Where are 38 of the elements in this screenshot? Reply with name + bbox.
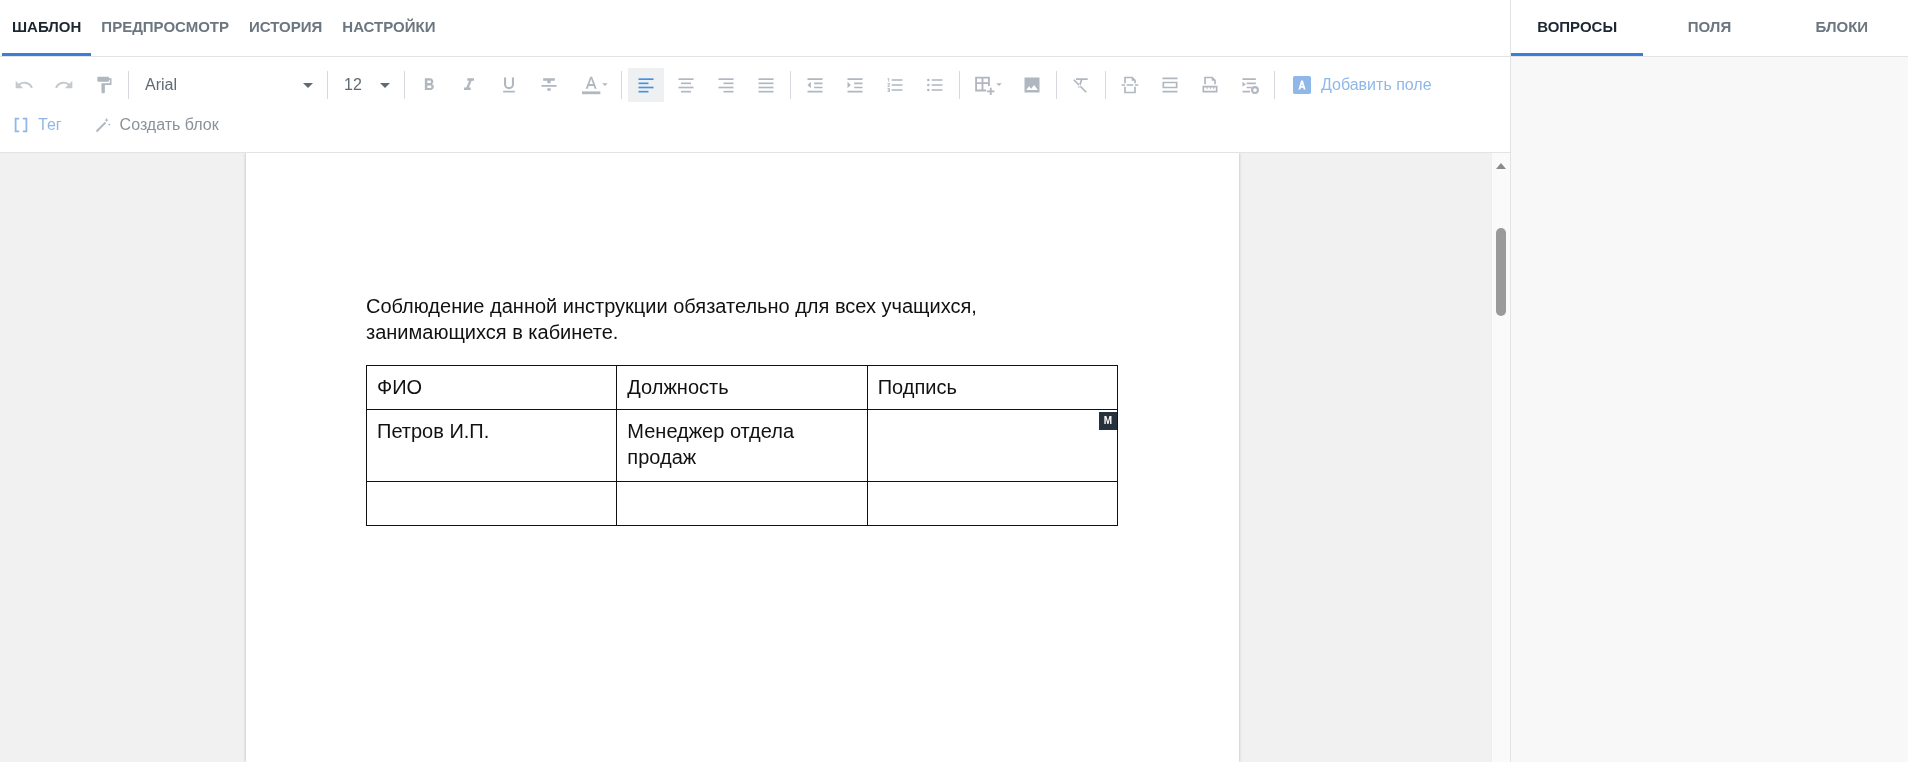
paragraph: Соблюдение данной инструкции обязательно для всех учащихся, занимающихся в кабинете. xyxy=(366,294,978,345)
create-block-button[interactable]: Создать блок xyxy=(87,116,225,134)
editor-tab[interactable]: ИСТОРИЯ xyxy=(239,0,333,56)
side-panel-tab[interactable]: БЛОКИ xyxy=(1775,0,1908,56)
page-break-icon xyxy=(1120,75,1140,95)
align-button[interactable] xyxy=(628,68,664,102)
table-cell: Менеджер отдела продаж xyxy=(616,409,868,482)
table-header-cell: ФИО xyxy=(366,365,617,410)
image-icon xyxy=(1022,75,1042,95)
editor-tab[interactable]: ШАБЛОН xyxy=(2,0,92,56)
align-icon xyxy=(756,75,776,95)
magic-wand-icon xyxy=(93,116,112,134)
clear-format-icon xyxy=(1071,75,1091,95)
font-size-select[interactable]: 12 xyxy=(334,68,398,102)
indent-icon xyxy=(845,75,865,95)
align-icon xyxy=(716,75,736,95)
page-ruler-icon xyxy=(1200,75,1220,95)
list-settings-icon xyxy=(1240,75,1260,95)
caret-icon xyxy=(380,82,390,88)
side-panel-tab[interactable]: ПОЛЯ xyxy=(1643,0,1776,56)
outdent-icon xyxy=(805,75,825,95)
table-header-cell: Подпись xyxy=(867,365,1118,410)
paint-roller-icon xyxy=(94,75,114,95)
scrollbar-thumb[interactable] xyxy=(1496,228,1506,316)
table-header-cell: Должность xyxy=(616,365,868,410)
align-icon xyxy=(676,75,696,95)
editor-tab[interactable]: ПРЕДПРОСМОТР xyxy=(91,0,240,56)
brackets-icon xyxy=(12,116,30,134)
table-cell: Петров И.П. xyxy=(366,409,617,482)
field-badge: M xyxy=(1099,412,1117,430)
section-icon xyxy=(1160,75,1180,95)
numbered-list-icon xyxy=(885,75,905,95)
editor-tab[interactable]: НАСТРОЙКИ xyxy=(332,0,446,56)
letter-a-icon xyxy=(1293,76,1311,94)
align-icon xyxy=(636,75,656,95)
scroll-up-arrow-icon[interactable] xyxy=(1496,163,1506,169)
font-select[interactable]: Arial xyxy=(135,68,321,102)
caret-icon xyxy=(303,82,313,88)
